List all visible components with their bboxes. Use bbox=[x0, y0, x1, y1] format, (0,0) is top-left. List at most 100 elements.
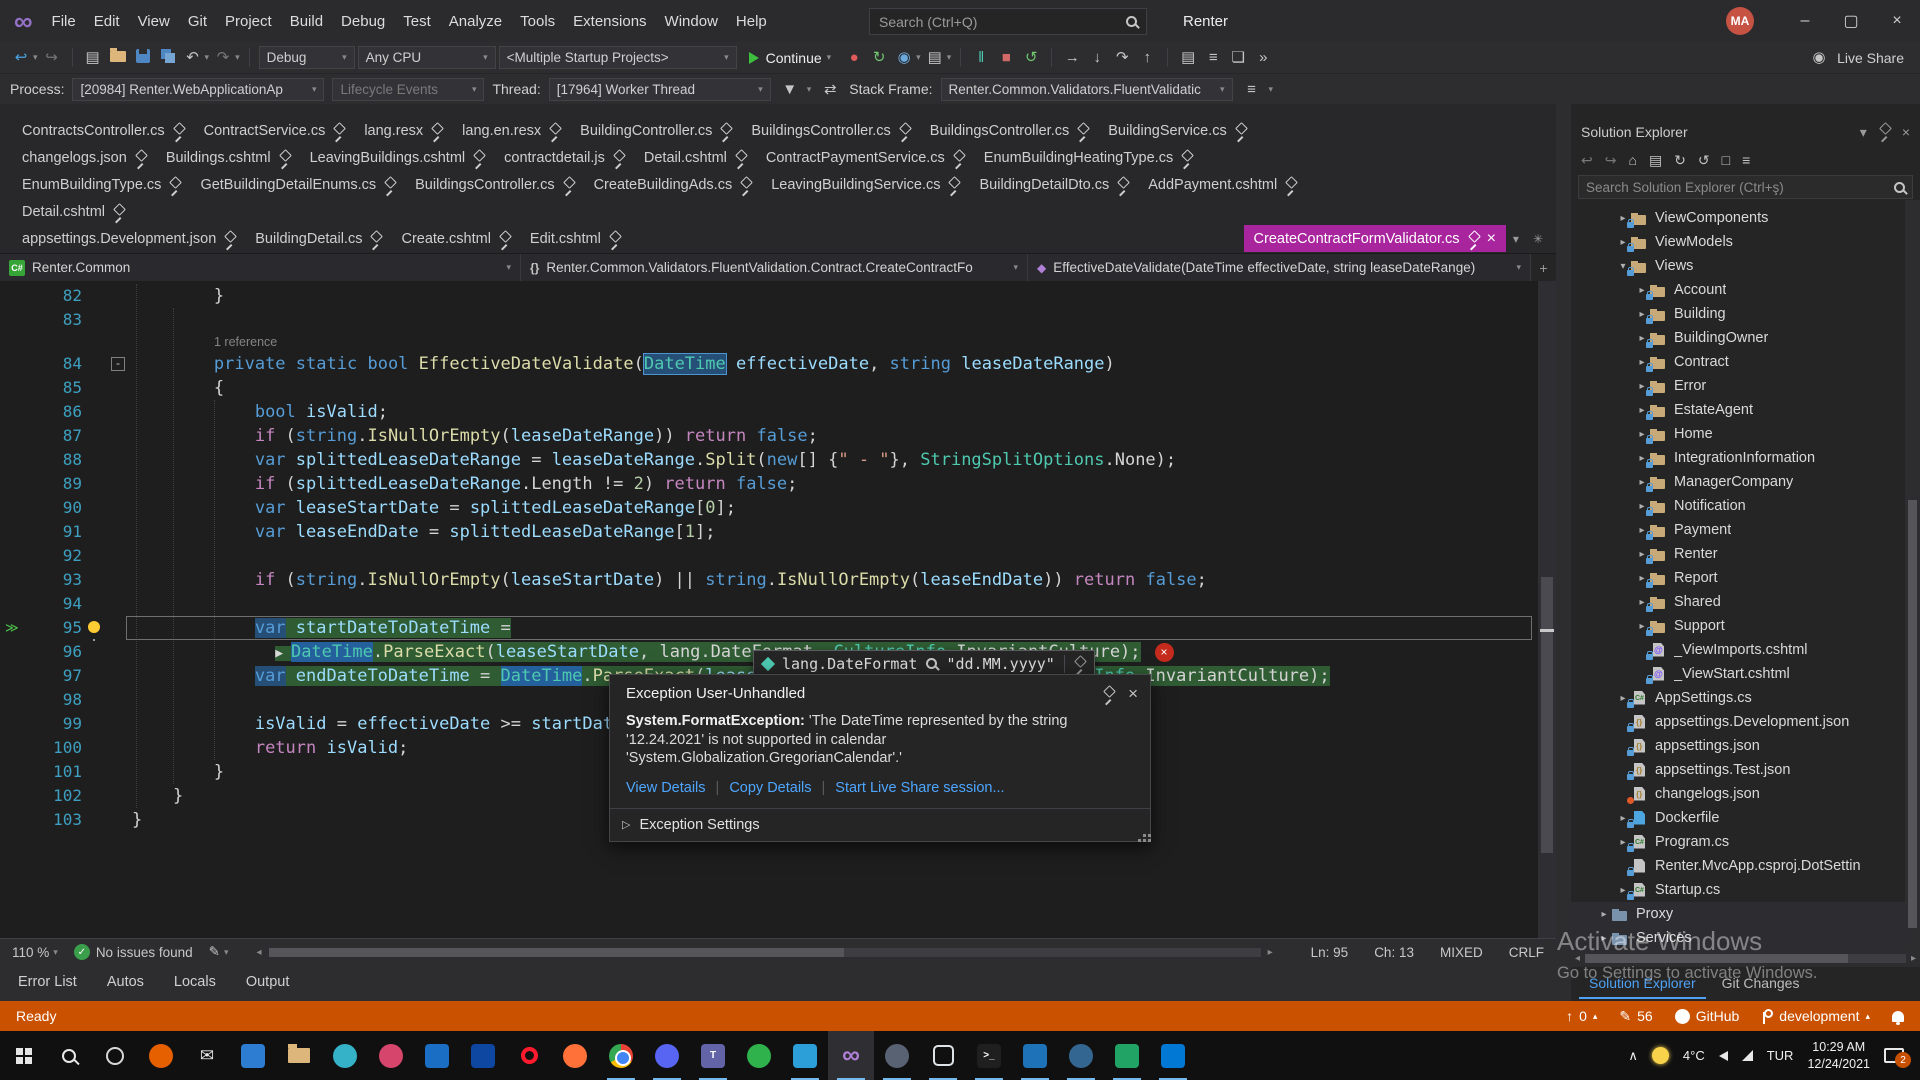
taskbar-webstorm[interactable] bbox=[414, 1031, 460, 1080]
pending-edits-status[interactable]: ✎ 56 bbox=[1619, 1008, 1652, 1025]
pin-icon[interactable] bbox=[549, 124, 560, 137]
taskbar-ssms[interactable] bbox=[1104, 1031, 1150, 1080]
pin-icon[interactable] bbox=[1074, 657, 1085, 670]
search-icon[interactable] bbox=[1894, 182, 1905, 193]
editor-tab[interactable]: BuildingDetail.cs bbox=[245, 225, 391, 252]
editor-tab[interactable]: Detail.cshtml bbox=[634, 144, 756, 171]
pin-icon[interactable] bbox=[431, 124, 442, 137]
pin-icon[interactable] bbox=[1077, 124, 1088, 137]
search-icon[interactable] bbox=[1126, 16, 1137, 27]
step-out-icon[interactable]: ↑ bbox=[1136, 50, 1158, 65]
panel-tab-autos[interactable]: Autos bbox=[107, 974, 144, 1001]
editor-vertical-scrollbar[interactable] bbox=[1538, 281, 1556, 938]
taskbar-discord[interactable] bbox=[644, 1031, 690, 1080]
editor-tab[interactable]: EnumBuildingType.cs bbox=[12, 171, 190, 198]
editor-tab[interactable]: Create.cshtml bbox=[391, 225, 519, 252]
quick-actions-lightbulb-icon[interactable] bbox=[88, 621, 100, 633]
branch-selector[interactable]: development ▴ bbox=[1761, 1008, 1870, 1024]
codelens-references[interactable]: 1 reference bbox=[0, 332, 1556, 352]
taskbar-visual-studio[interactable]: ∞ bbox=[828, 1031, 874, 1080]
clock[interactable]: 10:29 AM 12/24/2021 bbox=[1807, 1039, 1870, 1072]
menu-extensions[interactable]: Extensions bbox=[564, 0, 655, 42]
taskbar-azure-data-studio[interactable] bbox=[1150, 1031, 1196, 1080]
redo-icon[interactable]: ↷ bbox=[212, 50, 234, 65]
tree-item[interactable]: ▸Error bbox=[1571, 374, 1920, 398]
pin-icon[interactable] bbox=[953, 151, 964, 164]
temperature[interactable]: 4°C bbox=[1683, 1048, 1705, 1063]
nav-forward-icon[interactable]: ↪ bbox=[1605, 152, 1617, 169]
tab-list-chevron-icon[interactable]: ▾ bbox=[1506, 232, 1526, 246]
thread-dropdown[interactable]: [17964] Worker Thread▾ bbox=[549, 78, 771, 101]
home-icon[interactable]: ⌂ bbox=[1628, 152, 1636, 168]
menu-test[interactable]: Test bbox=[394, 0, 440, 42]
pin-icon[interactable] bbox=[1468, 232, 1479, 245]
tree-item[interactable]: ▸Report bbox=[1571, 566, 1920, 590]
breakpoint-icon[interactable]: ● bbox=[843, 50, 865, 65]
taskbar-vscode[interactable] bbox=[782, 1031, 828, 1080]
navigate-forward-icon[interactable]: ↪ bbox=[41, 50, 63, 65]
hot-reload-icon[interactable]: ↻ bbox=[868, 50, 890, 65]
health-indicator[interactable]: ✓ No issues found bbox=[74, 944, 193, 960]
menu-analyze[interactable]: Analyze bbox=[440, 0, 511, 42]
pin-icon[interactable] bbox=[473, 151, 484, 164]
view-details-link[interactable]: View Details bbox=[626, 780, 706, 796]
sync-with-active-document-icon[interactable]: ↻ bbox=[1674, 152, 1686, 169]
tree-item[interactable]: appsettings.Test.json bbox=[1571, 758, 1920, 782]
encoding-indicator[interactable]: MIXED bbox=[1440, 945, 1483, 960]
line-ending-indicator[interactable]: CRLF bbox=[1509, 945, 1544, 960]
line-number[interactable]: 102 bbox=[0, 784, 82, 808]
exception-helper-popup[interactable]: Exception User-Unhandled × System.Format… bbox=[609, 674, 1151, 842]
taskbar-opera[interactable] bbox=[506, 1031, 552, 1080]
menu-project[interactable]: Project bbox=[216, 0, 281, 42]
pin-icon[interactable] bbox=[720, 124, 731, 137]
tree-item[interactable]: appsettings.json bbox=[1571, 734, 1920, 758]
taskbar-mail[interactable]: ✉ bbox=[184, 1031, 230, 1080]
taskbar-terminal[interactable]: >_ bbox=[966, 1031, 1012, 1080]
collapse-all-icon[interactable]: □ bbox=[1722, 152, 1730, 168]
maximize-button[interactable]: ▢ bbox=[1828, 0, 1874, 42]
pin-icon[interactable] bbox=[113, 205, 124, 218]
pin-icon[interactable] bbox=[1103, 687, 1114, 700]
pin-icon[interactable] bbox=[499, 232, 510, 245]
step-over-icon[interactable]: ↷ bbox=[1111, 50, 1133, 65]
notifications-bell-icon[interactable] bbox=[1892, 1011, 1904, 1022]
tree-item[interactable]: _ViewImports.cshtml bbox=[1571, 638, 1920, 662]
pin-icon[interactable] bbox=[609, 232, 620, 245]
line-number[interactable]: 99 bbox=[0, 712, 82, 736]
pin-icon[interactable] bbox=[735, 151, 746, 164]
configuration-dropdown[interactable]: Debug▾ bbox=[259, 46, 355, 69]
split-window-icon[interactable]: + bbox=[1531, 254, 1556, 281]
taskbar-edge[interactable] bbox=[322, 1031, 368, 1080]
taskbar-github-desktop[interactable] bbox=[874, 1031, 920, 1080]
new-file-icon[interactable]: ▤ bbox=[82, 50, 104, 65]
line-number[interactable]: 84 bbox=[0, 352, 82, 376]
pin-icon[interactable] bbox=[1879, 124, 1890, 140]
toolbar-overflow-icon[interactable]: » bbox=[1252, 50, 1274, 65]
tree-item[interactable]: ▸Renter bbox=[1571, 542, 1920, 566]
pin-icon[interactable] bbox=[169, 178, 180, 191]
project-dropdown[interactable]: C# Renter.Common ▾ bbox=[0, 254, 521, 281]
datatip-popup[interactable]: lang.DateFormat "dd.MM.yyyy" bbox=[753, 650, 1095, 677]
process-dropdown[interactable]: [20984] Renter.WebApplicationAp▾ bbox=[72, 78, 324, 101]
pin-icon[interactable] bbox=[1285, 178, 1296, 191]
taskbar-obs[interactable] bbox=[920, 1031, 966, 1080]
scroll-left-icon[interactable]: ◂ bbox=[256, 947, 261, 958]
document-outline-icon[interactable]: ▤ bbox=[1177, 50, 1199, 65]
member-dropdown[interactable]: ◆ EffectiveDateValidate(DateTime effecti… bbox=[1028, 254, 1531, 281]
scrollbar-thumb[interactable] bbox=[1541, 577, 1553, 853]
expander-icon[interactable]: ▸ bbox=[1596, 909, 1612, 920]
solution-explorer-search-input[interactable]: Search Solution Explorer (Ctrl+ş) bbox=[1578, 175, 1913, 199]
menu-view[interactable]: View bbox=[129, 0, 179, 42]
editor-tab[interactable]: Buildings.cshtml bbox=[156, 144, 300, 171]
network-icon[interactable] bbox=[1742, 1050, 1753, 1061]
exception-settings-expander[interactable]: ▷ Exception Settings bbox=[610, 808, 1150, 841]
taskbar-rubymine[interactable] bbox=[368, 1031, 414, 1080]
document-options-gear-icon[interactable]: ✳ bbox=[1526, 232, 1550, 246]
pin-icon[interactable] bbox=[173, 124, 184, 137]
sidebar-tab-git-changes[interactable]: Git Changes bbox=[1712, 972, 1810, 997]
minimize-button[interactable]: – bbox=[1782, 0, 1828, 42]
tree-item[interactable]: ▸Payment bbox=[1571, 518, 1920, 542]
pin-icon[interactable] bbox=[333, 124, 344, 137]
tree-horizontal-scrollbar[interactable]: ◂ ▸ bbox=[1571, 950, 1920, 967]
tree-item[interactable]: ▸Shared bbox=[1571, 590, 1920, 614]
